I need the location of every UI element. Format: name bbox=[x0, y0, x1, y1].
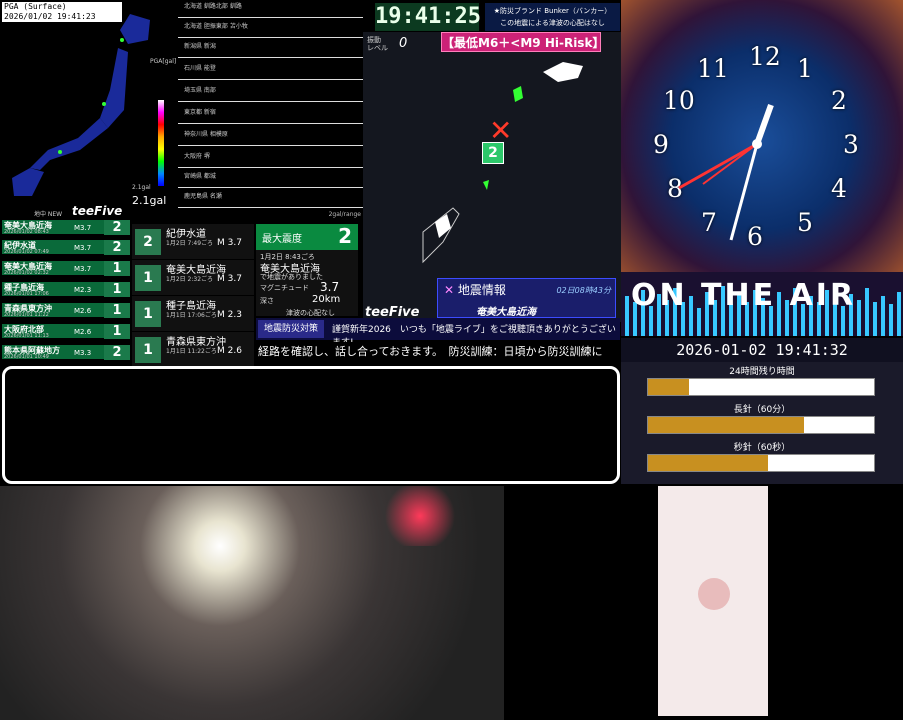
live-camera-feed bbox=[0, 486, 504, 720]
bunker-title: ★防災ブランド Bunker（バンカー） bbox=[493, 7, 612, 15]
max-intensity-value: 2 bbox=[338, 224, 352, 248]
mag-value: 3.7 bbox=[320, 280, 340, 294]
scroll-ticker: 経路を確認し、話し合っておきます。 防災訓練：日頃から防災訓練に bbox=[256, 342, 620, 362]
max-intensity-detail: 1月2日 8:43ごろ 奄美大島近海 で地震がありました マグニチュード 3.7… bbox=[256, 250, 358, 317]
list-item[interactable]: 青森県東方沖 2026/01/01 11:22 M2.6 1 bbox=[2, 303, 130, 318]
timer-label: 24時間残り時間 bbox=[729, 367, 795, 377]
max-intensity-label: 最大震度 bbox=[262, 234, 302, 245]
mag-label: マグニチュード bbox=[260, 284, 309, 292]
max-intensity-header: 最大震度 2 bbox=[256, 224, 358, 250]
bunker-banner: ★防災ブランド Bunker（バンカー） この地震による津波の心配はなし bbox=[485, 3, 620, 31]
quake-list: 奄美大島近海 2026/01/02 08:43 M3.7 2 紀伊水道 2026/01/… bbox=[2, 220, 130, 365]
progress-fill bbox=[648, 417, 804, 433]
progress-bar-minute bbox=[647, 416, 875, 434]
quake-info-title: 地震情報 bbox=[457, 283, 506, 297]
close-x-icon: ✕ bbox=[444, 283, 455, 297]
timer-label: 長針（60分） bbox=[733, 405, 791, 415]
on-the-air-banner: ON THE AIR bbox=[621, 272, 903, 336]
quake-detail-list: 2 紀伊水道 1月2日 7:49ごろ M 3.7 1 奄美大島近海 1月2日 2:32ごろ… bbox=[132, 220, 254, 367]
depth-label: 深さ bbox=[260, 297, 274, 305]
pga-color-scale bbox=[158, 100, 164, 186]
quake-info-area: 奄美大島近海 bbox=[476, 307, 536, 318]
earth-clock: 12 1 2 3 4 5 6 7 8 9 10 11 bbox=[621, 0, 903, 272]
max-note: で地震がありました bbox=[260, 273, 323, 281]
list-item[interactable]: 紀伊水道 2026/01/02 07:49 M3.7 2 bbox=[2, 240, 130, 255]
list-item[interactable]: 1 種子島近海 1月1日 17:06ごろ M 2.3 bbox=[132, 296, 254, 331]
list-item[interactable]: 2 紀伊水道 1月2日 7:49ごろ M 3.7 bbox=[132, 224, 254, 259]
depth-value: 20km bbox=[312, 294, 341, 305]
seismograph-panel: 北海道 釧路北部 釧路 北海道 胆振東部 苫小牧 新潟県 新潟 石川県 能登 埼… bbox=[178, 0, 363, 218]
list-item[interactable]: 種子島近海 2026/01/01 17:06 M2.3 1 bbox=[2, 282, 130, 297]
list-item[interactable]: 奄美大島近海 2026/01/02 08:43 M3.7 2 bbox=[2, 220, 130, 235]
timer-bars: 24時間残り時間 長針（60分） 秒針（60秒） bbox=[621, 362, 903, 484]
list-item[interactable]: 奄美大島近海 2026/01/02 02:32 M3.7 1 bbox=[2, 261, 130, 276]
seismo-footer: 2gal/range bbox=[328, 211, 361, 218]
datetime-display: 2026-01-02 19:41:32 bbox=[621, 338, 903, 362]
list-item[interactable]: 熊本県阿蘇地方 2026/01/01 10:49 M3.3 2 bbox=[2, 345, 130, 360]
list-item[interactable]: 1 奄美大島近海 1月2日 2:32ごろ M 3.7 bbox=[132, 260, 254, 295]
list-item[interactable]: 1 青森県東方沖 1月1日 11:22ごろ M 2.6 bbox=[132, 332, 254, 367]
pga-scale-label: PGA[gal] bbox=[150, 58, 177, 65]
gal-value: 2.1gal bbox=[132, 194, 167, 207]
phone-screen bbox=[658, 486, 768, 716]
ticker-tag: 地震防災対策 bbox=[258, 320, 324, 338]
tsunami-label: 津波の心配なし bbox=[286, 309, 335, 317]
digital-clock: 19:41:25 bbox=[375, 3, 481, 31]
intensity-badge: 2 bbox=[482, 142, 504, 164]
gal-label: 2.1gal bbox=[132, 184, 151, 191]
avatar bbox=[698, 578, 730, 610]
quake-info-panel: ✕ 地震情報 02日08時43分 奄美大島近海 bbox=[437, 278, 616, 318]
clock-hands-icon bbox=[678, 103, 774, 241]
pga-brand: teeFive bbox=[72, 204, 123, 218]
pga-map-panel: PGA (Surface) 2026/01/02 19:41:23 PGA[ga… bbox=[0, 0, 176, 218]
on-the-air-text: ON THE AIR bbox=[631, 278, 857, 313]
progress-bar-24h bbox=[647, 378, 875, 396]
tsunami-note: この地震による津波の心配はなし bbox=[500, 19, 605, 27]
caption-box bbox=[2, 366, 620, 484]
timer-label: 秒針（60秒） bbox=[733, 443, 791, 453]
traffic-light-glow bbox=[380, 486, 460, 546]
quake-info-date: 02日08時43分 bbox=[556, 286, 611, 295]
progress-fill bbox=[648, 455, 768, 471]
map-caption: 地中 NEW bbox=[34, 211, 63, 218]
news-ticker: 地震防災対策 謹賀新年2026 いつも「地震ライブ」をご視聴頂きありがとうござい… bbox=[256, 318, 620, 348]
progress-fill bbox=[648, 379, 689, 395]
list-item[interactable]: 大阪府北部 2026/01/01 11:13 M2.6 1 bbox=[2, 324, 130, 339]
progress-bar-second bbox=[647, 454, 875, 472]
